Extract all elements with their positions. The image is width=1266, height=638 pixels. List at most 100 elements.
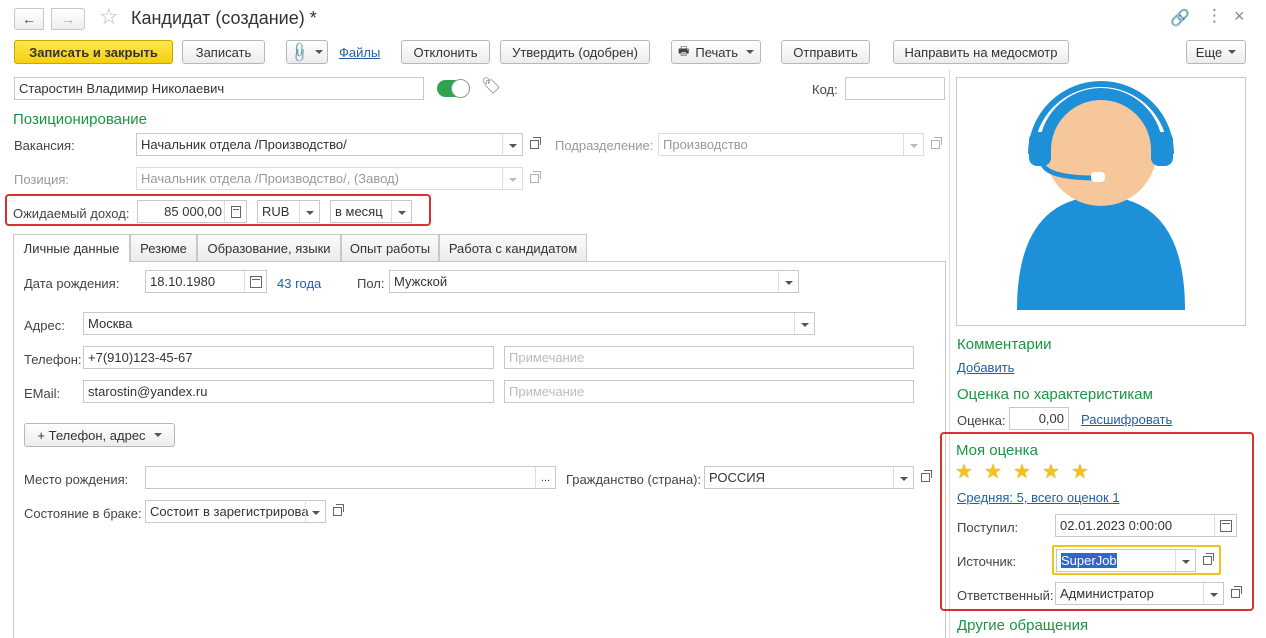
gender-value: Мужской (394, 274, 448, 289)
star-icon[interactable]: ★ (1042, 459, 1060, 484)
more-button[interactable]: Еще (1186, 40, 1246, 64)
approve-button[interactable]: Утвердить (одобрен) (500, 40, 650, 64)
gender-dropdown[interactable] (778, 271, 798, 292)
tab-resume[interactable]: Резюме (130, 234, 197, 261)
citizenship-dropdown[interactable] (893, 467, 913, 488)
period-dropdown[interactable] (391, 201, 411, 222)
positioning-title: Позиционирование (13, 111, 148, 128)
received-input[interactable]: 02.01.2023 0:00:00 (1055, 514, 1237, 537)
link-icon[interactable]: 🔗 (1170, 8, 1190, 28)
vacancy-select[interactable]: Начальник отдела /Производство/ (136, 133, 523, 156)
birth-date-input[interactable]: 18.10.1980 (145, 270, 267, 293)
period-select[interactable]: в месяц (330, 200, 412, 223)
files-link[interactable]: Файлы (339, 45, 380, 60)
rating-input[interactable]: 0,00 (1009, 407, 1069, 430)
phone-input[interactable]: +7(910)123-45-67 (83, 346, 494, 369)
birthplace-input[interactable]: ... (145, 466, 556, 489)
vacancy-label: Вакансия: (14, 138, 75, 153)
add-comment-link[interactable]: Добавить (957, 360, 1014, 375)
source-open-button[interactable] (1198, 549, 1216, 572)
rating-title: Оценка по характеристикам (957, 386, 1153, 403)
responsible-open-button[interactable] (1226, 582, 1244, 605)
star-icon[interactable]: ★ (955, 459, 973, 484)
open-icon (930, 137, 942, 149)
send-button[interactable]: Отправить (781, 40, 870, 64)
star-icon[interactable]: ★ (984, 459, 1002, 484)
average-rating-link[interactable]: Средняя: 5, всего оценок 1 (957, 490, 1120, 505)
address-dropdown[interactable] (794, 313, 814, 334)
print-button[interactable]: 🖶 Печать (671, 40, 761, 64)
open-icon (529, 171, 541, 183)
marital-open-button[interactable] (328, 500, 346, 523)
star-icon[interactable]: ★ (1071, 459, 1089, 484)
email-input[interactable]: starostin@yandex.ru (83, 380, 494, 403)
more-vertical-icon[interactable]: ⋮ (1206, 6, 1223, 26)
marital-select[interactable]: Состоит в зарегистрирова (145, 500, 326, 523)
other-requests-title: Другие обращения (957, 617, 1089, 634)
save-button[interactable]: Записать (182, 40, 265, 64)
income-input[interactable]: 85 000,00 (137, 200, 247, 223)
birthplace-label: Место рождения: (24, 472, 129, 487)
close-icon[interactable]: × (1234, 6, 1245, 27)
division-select[interactable]: Производство (658, 133, 924, 156)
division-value: Производство (663, 137, 748, 152)
avatar[interactable] (956, 77, 1246, 326)
age-text: 43 года (277, 276, 322, 291)
print-label: Печать (695, 44, 738, 60)
gender-label: Пол: (357, 276, 385, 291)
tab-education[interactable]: Образование, языки (197, 234, 341, 261)
received-value: 02.01.2023 0:00:00 (1060, 518, 1173, 533)
reject-button[interactable]: Отклонить (401, 40, 490, 64)
phone-note-input[interactable]: Примечание (504, 346, 914, 369)
star-icon[interactable]: ★ (1013, 459, 1031, 484)
favorite-star-icon[interactable]: ☆ (99, 4, 119, 30)
citizenship-open-button[interactable] (916, 466, 934, 489)
position-dropdown[interactable] (502, 168, 522, 189)
source-select[interactable]: SuperJob (1056, 549, 1196, 572)
position-select[interactable]: Начальник отдела /Производство/, (Завод) (136, 167, 523, 190)
currency-select[interactable]: RUB (257, 200, 320, 223)
back-button[interactable]: ← (14, 8, 44, 30)
birth-date-label: Дата рождения: (24, 276, 120, 291)
calendar-icon[interactable] (244, 271, 266, 292)
tab-candidate-work[interactable]: Работа с кандидатом (439, 234, 587, 261)
ellipsis-button[interactable]: ... (535, 467, 555, 488)
gender-select[interactable]: Мужской (389, 270, 799, 293)
marital-dropdown[interactable] (305, 501, 325, 522)
email-note-input[interactable]: Примечание (504, 380, 914, 403)
active-toggle[interactable] (437, 79, 470, 98)
save-and-close-button[interactable]: Записать и закрыть (14, 40, 173, 64)
tab-personal[interactable]: Личные данные (13, 234, 130, 262)
source-dropdown[interactable] (1175, 550, 1195, 571)
candidate-name-input[interactable]: Старостин Владимир Николаевич (14, 77, 424, 100)
decode-link[interactable]: Расшифровать (1081, 412, 1172, 427)
attach-button[interactable]: 📎 (286, 40, 328, 64)
vacancy-open-button[interactable] (525, 133, 543, 156)
position-open-button[interactable] (525, 167, 543, 190)
currency-dropdown[interactable] (299, 201, 319, 222)
tab-experience[interactable]: Опыт работы (341, 234, 439, 261)
printer-icon: 🖶 (678, 43, 690, 58)
address-select[interactable]: Москва (83, 312, 815, 335)
citizenship-select[interactable]: РОССИЯ (704, 466, 914, 489)
medical-exam-button[interactable]: Направить на медосмотр (893, 40, 1069, 64)
division-label: Подразделение: (555, 138, 654, 153)
calculator-icon[interactable] (224, 201, 246, 222)
division-open-button[interactable] (926, 133, 944, 156)
calendar-icon[interactable] (1214, 515, 1236, 536)
responsible-label: Ответственный: (957, 588, 1054, 603)
tag-icon[interactable]: 🏷 (481, 76, 501, 96)
code-input[interactable] (845, 77, 945, 100)
chevron-down-icon (745, 50, 754, 54)
division-dropdown[interactable] (903, 134, 923, 155)
paperclip-icon: 📎 (288, 39, 313, 64)
responsible-select[interactable]: Администратор (1055, 582, 1224, 605)
more-label: Еще (1195, 44, 1223, 60)
chevron-down-icon (1228, 50, 1237, 54)
citizenship-label: Гражданство (страна): (566, 472, 702, 487)
arrow-right-icon: → (61, 11, 75, 27)
vacancy-dropdown[interactable] (502, 134, 522, 155)
forward-button[interactable]: → (51, 8, 85, 30)
add-contact-button[interactable]: + Телефон, адрес (24, 423, 175, 447)
responsible-dropdown[interactable] (1203, 583, 1223, 604)
